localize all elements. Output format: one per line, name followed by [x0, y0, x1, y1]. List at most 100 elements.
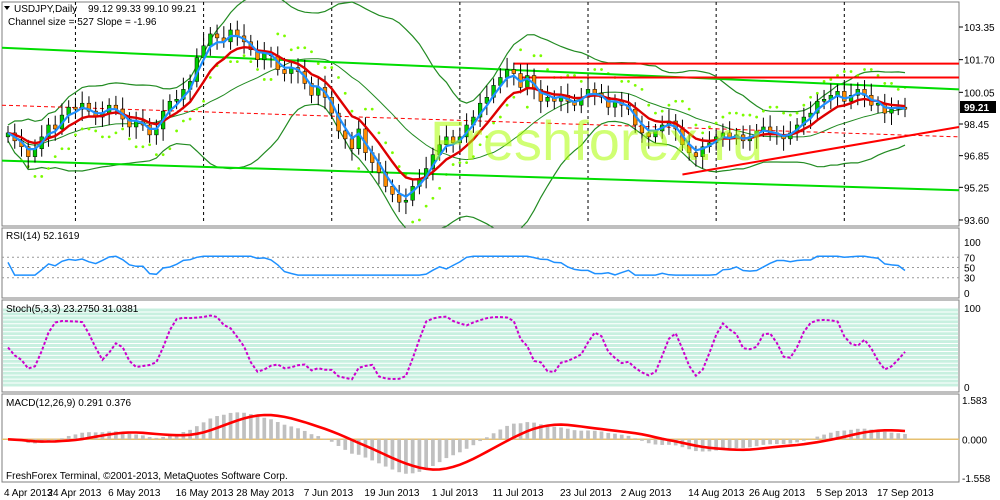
- macd-histogram-bar: [255, 416, 260, 440]
- sar-dot: [377, 131, 381, 135]
- price-tick-label: 100.05: [964, 88, 995, 99]
- macd-histogram-bar: [302, 430, 307, 440]
- macd-histogram-bar: [484, 437, 489, 440]
- date-tick-label: 17 Sep 2013: [877, 488, 934, 499]
- macd-histogram-bar: [235, 412, 240, 440]
- sar-dot: [512, 95, 516, 99]
- macd-histogram-bar: [761, 439, 766, 445]
- sar-dot: [364, 107, 367, 111]
- macd-histogram-bar: [788, 439, 793, 444]
- macd-histogram-bar: [889, 432, 894, 440]
- macd-histogram-bar: [653, 439, 658, 445]
- channel-info: Channel size = 527 Slope = -1.96: [8, 17, 157, 28]
- rsi-axis-label: 100: [964, 238, 981, 249]
- stoch-axis-label: 100: [964, 304, 981, 315]
- sar-dot: [202, 99, 205, 103]
- sar-dot: [593, 68, 597, 71]
- sar-dot: [633, 83, 637, 87]
- sar-dot: [890, 82, 893, 85]
- macd-axis-label: 1.583: [962, 396, 987, 407]
- macd-histogram-bar: [262, 417, 267, 440]
- symbol-header: USDJPY,Daily: [14, 4, 77, 15]
- date-tick-label: 23 Jul 2013: [560, 488, 612, 499]
- sar-dot: [168, 147, 172, 151]
- sar-dot: [357, 167, 361, 170]
- sar-dot: [896, 87, 900, 91]
- sar-dot: [411, 220, 415, 224]
- sar-dot: [101, 135, 104, 139]
- macd-histogram-bar: [822, 434, 826, 440]
- sar-dot: [640, 87, 644, 91]
- macd-histogram-bar: [599, 431, 604, 440]
- footer-copyright: FreshForex Terminal, ©2001-2013, MetaQuo…: [6, 471, 288, 482]
- macd-histogram-bar: [478, 439, 482, 442]
- candle-body: [282, 69, 287, 74]
- price-axis: 103.35 101.70 100.05 98.45 96.85 95.25 93.60: [959, 23, 995, 227]
- sar-dot: [208, 76, 212, 79]
- macd-histogram-bar: [815, 436, 820, 440]
- macd-axis-label: 0.000: [962, 435, 987, 446]
- candle-body: [208, 33, 213, 47]
- macd-histogram-bar: [444, 439, 449, 459]
- macd-histogram-bar: [795, 439, 799, 443]
- macd-histogram-bar: [154, 437, 159, 440]
- current-price-label: 99.21: [964, 103, 989, 114]
- sar-dot: [53, 155, 57, 159]
- macd-histogram-bar: [397, 439, 402, 473]
- macd-histogram-bar: [552, 426, 557, 440]
- price-tick-label: 103.35: [964, 23, 995, 34]
- date-tick-label: 28 May 2013: [236, 488, 294, 499]
- macd-histogram-bar: [316, 436, 321, 440]
- sar-dot: [283, 34, 286, 38]
- date-tick-label: 7 Jun 2013: [304, 488, 354, 499]
- sar-dot: [539, 54, 543, 58]
- candle-body: [214, 33, 220, 39]
- candle-body: [504, 69, 510, 78]
- date-tick-label: 5 Sep 2013: [816, 488, 868, 499]
- sar-dot: [249, 60, 253, 64]
- rsi-axis-label: 0: [964, 289, 970, 300]
- sar-dot: [869, 68, 873, 71]
- sar-dot: [384, 141, 388, 145]
- macd-histogram-bar: [748, 439, 752, 448]
- macd-histogram-bar: [134, 434, 138, 440]
- sar-dot: [788, 113, 792, 117]
- price-tick-label: 101.70: [964, 56, 995, 67]
- candle-body: [73, 106, 78, 110]
- candle-body: [511, 69, 516, 74]
- sar-dot: [195, 107, 199, 111]
- macd-histogram-bar: [532, 422, 536, 440]
- stoch-axis-label: 0: [964, 383, 970, 394]
- sar-dot: [863, 68, 866, 71]
- macd-histogram-bar: [127, 433, 132, 440]
- macd-histogram-bar: [437, 439, 442, 463]
- trading-terminal: Freshforex.ru USDJPY,Daily 99.12 99.33 9…: [1, 0, 996, 499]
- date-tick-label: 2 Aug 2013: [621, 488, 672, 499]
- macd-histogram-bar: [60, 438, 64, 440]
- macd-histogram-bar: [882, 431, 887, 440]
- macd-histogram-bar: [896, 433, 901, 440]
- sar-dot: [94, 129, 98, 133]
- macd-panel[interactable]: [1, 393, 960, 483]
- sar-dot: [647, 103, 651, 107]
- macd-histogram-bar: [343, 439, 348, 450]
- macd-histogram-bar: [734, 439, 739, 449]
- sar-dot: [276, 32, 280, 36]
- rsi-panel[interactable]: [1, 227, 960, 299]
- candle-body: [592, 89, 597, 94]
- sar-dot: [33, 175, 37, 178]
- sar-dot: [323, 66, 327, 69]
- macd-histogram-bar: [431, 439, 435, 467]
- macd-histogram-bar: [464, 439, 469, 449]
- macd-axis-label: -1.558: [962, 474, 991, 485]
- sar-dot: [303, 46, 307, 50]
- macd-histogram-bar: [269, 419, 273, 440]
- rsi-label: RSI(14) 52.1619: [6, 231, 80, 242]
- price-tick-label: 93.60: [964, 216, 989, 227]
- sar-dot: [181, 119, 185, 123]
- macd-histogram-bar: [606, 432, 611, 440]
- sar-dot: [822, 80, 826, 83]
- macd-histogram-bar: [471, 439, 476, 446]
- macd-histogram-bar: [586, 430, 590, 440]
- sar-dot: [262, 78, 266, 81]
